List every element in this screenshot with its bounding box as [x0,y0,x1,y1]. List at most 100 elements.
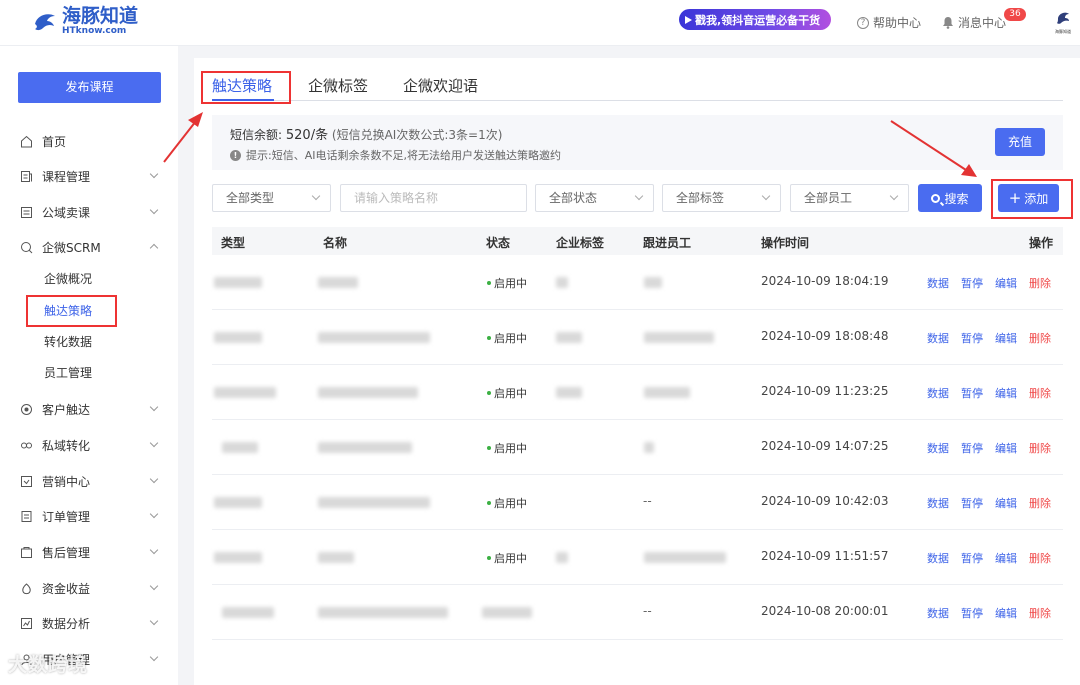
redacted-cell [214,277,262,288]
sidebar-item-after-sales[interactable]: 售后管理 [20,542,170,562]
avatar[interactable]: 海豚知道 [1052,8,1074,36]
redacted-cell [222,607,274,618]
aftersale-icon [21,546,32,558]
sidebar-subitem-conversion-data[interactable]: 转化数据 [44,333,92,350]
sidebar-subitem-staff-management[interactable]: 员工管理 [44,364,92,381]
delete-link[interactable]: 删除 [1029,330,1051,346]
chevron-down-icon [761,191,771,201]
delete-link[interactable]: 删除 [1029,385,1051,401]
pause-link[interactable]: 暂停 [961,495,983,511]
chevron-down-icon [149,581,159,591]
sidebar-item-wecom-scrm[interactable]: 企微SCRM [20,237,170,257]
redacted-cell [214,387,276,398]
chevron-down-icon [634,191,644,201]
redacted-cell [644,332,714,343]
tab-wecom-welcome[interactable]: 企微欢迎语 [403,75,478,96]
type-select[interactable]: 全部类型 [212,184,331,212]
redacted-cell [318,387,418,398]
edit-link[interactable]: 编辑 [995,550,1017,566]
chevron-down-icon [149,205,159,215]
search-button[interactable]: 搜索 [918,184,982,212]
redacted-cell [318,552,354,563]
sms-balance-notice: 短信余额: 520/条 (短信兑换AI次数公式:3条=1次) ! 提示:短信、A… [212,115,1063,170]
data-link[interactable]: 数据 [927,550,949,566]
edit-link[interactable]: 编辑 [995,440,1017,456]
sidebar-item-order-management[interactable]: 订单管理 [20,506,170,526]
sidebar-item-label: 首页 [42,134,67,149]
redacted-cell [318,442,412,453]
tab-wecom-tags[interactable]: 企微标签 [308,75,368,96]
top-header: 海豚知道 HTknow.com 戳我,领抖音运营必备干货 ? 帮助中心 消息中心… [0,0,1080,46]
delete-link[interactable]: 删除 [1029,495,1051,511]
status-dot-icon [487,336,491,340]
sidebar-item-course-management[interactable]: 课程管理 [20,166,170,186]
edit-link[interactable]: 编辑 [995,330,1017,346]
recharge-button[interactable]: 充值 [995,128,1045,156]
private-icon [21,442,32,448]
edit-link[interactable]: 编辑 [995,605,1017,621]
sidebar-item-data-analysis[interactable]: 数据分析 [20,613,170,633]
main-content: 触达策略 企微标签 企微欢迎语 短信余额: 520/条 (短信兑换AI次数公式:… [194,58,1080,685]
operation-time: 2024-10-09 11:23:25 [761,384,889,398]
sidebar-item-home[interactable]: 首页 [20,131,170,151]
promo-text: 戳我,领抖音运营必备干货 [695,13,821,27]
sidebar-item-customer-reach[interactable]: 客户触达 [20,399,170,419]
redacted-cell [214,552,262,563]
tag-select[interactable]: 全部标签 [662,184,781,212]
chevron-down-icon [149,616,159,626]
delete-link[interactable]: 删除 [1029,440,1051,456]
data-link[interactable]: 数据 [927,605,949,621]
status-select[interactable]: 全部状态 [535,184,654,212]
sidebar-item-marketing-center[interactable]: 营销中心 [20,471,170,491]
pause-link[interactable]: 暂停 [961,605,983,621]
tab-bar: 触达策略 企微标签 企微欢迎语 [212,75,1063,101]
promo-banner[interactable]: 戳我,领抖音运营必备干货 [679,9,831,30]
publish-course-button[interactable]: 发布课程 [18,72,161,103]
data-link[interactable]: 数据 [927,440,949,456]
edit-link[interactable]: 编辑 [995,495,1017,511]
delete-link[interactable]: 删除 [1029,605,1051,621]
status-text: 启用中 [494,332,527,345]
pause-link[interactable]: 暂停 [961,330,983,346]
tip-text: 提示:短信、AI电话剩余条数不足,将无法给用户发送触达策略邀约 [246,149,561,162]
sidebar-item-public-sale[interactable]: 公域卖课 [20,202,170,222]
table-row: -- 2024-10-08 20:00:01 数据 暂停 编辑 删除 [212,585,1063,640]
help-center-link[interactable]: ? 帮助中心 [857,14,921,31]
redacted-cell [644,442,654,453]
add-button[interactable]: + 添加 [998,184,1059,212]
add-button-label: 添加 [1024,191,1049,206]
status-dot-icon [487,391,491,395]
delete-link[interactable]: 删除 [1029,275,1051,291]
delete-link[interactable]: 删除 [1029,550,1051,566]
pause-link[interactable]: 暂停 [961,440,983,456]
message-center-link[interactable]: 消息中心 [942,14,1006,31]
strategy-name-input[interactable]: 请输入策略名称 [340,184,527,212]
sidebar-item-funds-income[interactable]: 资金收益 [20,578,170,598]
sidebar-item-private-conversion[interactable]: 私域转化 [20,435,170,455]
data-link[interactable]: 数据 [927,275,949,291]
staff-select[interactable]: 全部员工 [790,184,909,212]
column-header: 操作 [1029,236,1054,250]
sms-balance-label: 短信余额: [230,128,283,142]
data-link[interactable]: 数据 [927,330,949,346]
pause-link[interactable]: 暂停 [961,550,983,566]
sidebar-subitem-wecom-overview[interactable]: 企微概况 [44,270,92,287]
edit-link[interactable]: 编辑 [995,275,1017,291]
data-link[interactable]: 数据 [927,385,949,401]
sidebar-subitem-reach-strategy[interactable]: 触达策略 [44,302,92,319]
edit-link[interactable]: 编辑 [995,385,1017,401]
table-row: 启用中 2024-10-09 18:04:19 数据 暂停 编辑 删除 [212,255,1063,310]
status-select-value: 全部状态 [549,191,598,205]
tab-reach-strategy[interactable]: 触达策略 [212,75,272,96]
operation-time: 2024-10-09 14:07:25 [761,439,889,453]
logo[interactable]: 海豚知道 HTknow.com [32,7,138,36]
data-link[interactable]: 数据 [927,495,949,511]
pause-link[interactable]: 暂停 [961,385,983,401]
reach-icon [21,403,32,415]
redacted-cell [644,277,662,288]
pause-link[interactable]: 暂停 [961,275,983,291]
table-row: 启用中 2024-10-09 11:51:57 数据 暂停 编辑 删除 [212,530,1063,585]
table-row: 启用中 -- 2024-10-09 10:42:03 数据 暂停 编辑 删除 [212,475,1063,530]
tag-select-value: 全部标签 [676,191,725,205]
redacted-cell [318,332,430,343]
